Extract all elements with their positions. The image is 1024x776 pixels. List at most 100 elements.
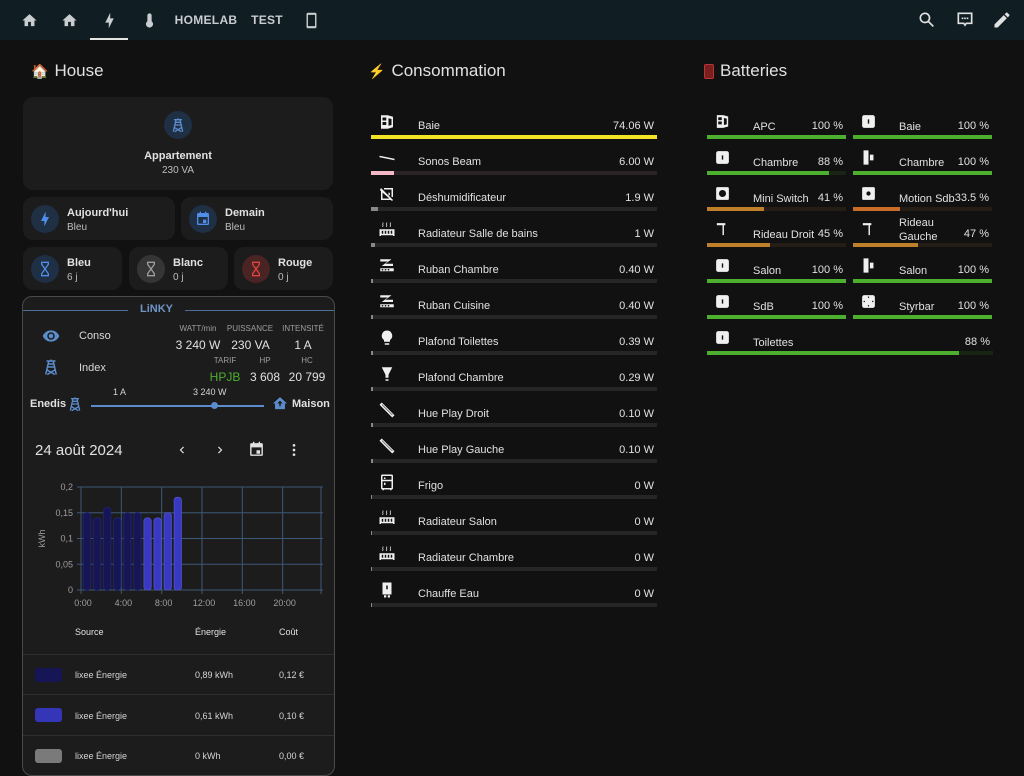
appartement-card[interactable]: Appartement 230 VA [23, 97, 333, 190]
consumption-bar-fill [371, 531, 372, 535]
lightbulb-icon [378, 329, 396, 347]
server-icon [378, 113, 396, 131]
consumption-bar-track [371, 423, 657, 427]
tab-test[interactable]: TEST [246, 0, 288, 40]
tile-bleu[interactable]: Bleu 6 j [23, 247, 122, 290]
tile-blanc[interactable]: Blanc 0 j [129, 247, 228, 290]
battery-bar-track [707, 135, 846, 139]
battery-item[interactable]: Salon 100 % [706, 257, 846, 293]
consumption-bar-track [371, 207, 657, 211]
consumption-bar-fill [371, 135, 657, 139]
lightning-emoji-icon: ⚡ [368, 62, 386, 79]
house-emoji-icon: 🏠 [31, 62, 49, 79]
battery-item[interactable]: Rideau Gauche 47 % [852, 217, 992, 257]
battery-item[interactable]: APC 100 % [706, 113, 846, 149]
calendar-icon[interactable] [248, 441, 265, 458]
tile-rouge[interactable]: Rouge 0 j [234, 247, 333, 290]
tile-aujourdhui[interactable]: Aujourd'hui Bleu [23, 197, 175, 240]
consumption-item[interactable]: Sonos Beam 6.00 W [370, 149, 657, 185]
tab-home-2[interactable] [50, 0, 88, 40]
consumption-bar-fill [371, 207, 379, 211]
consumption-item-name: Plafond Toilettes [418, 336, 499, 348]
tab-energy[interactable] [90, 0, 128, 40]
battery-item-value: 100 % [957, 120, 989, 132]
ups-icon [714, 113, 731, 130]
tab-climate[interactable] [130, 0, 168, 40]
battery-item[interactable]: Baie 100 % [852, 113, 992, 149]
chart-bar [133, 512, 142, 591]
edit-button[interactable] [992, 10, 1012, 30]
consumption-item[interactable]: Hue Play Gauche 0.10 W [370, 437, 657, 473]
battery-bar-fill [707, 171, 830, 175]
battery-item-value: 33.5 % [954, 192, 989, 204]
flow-current: 1 A [113, 387, 127, 397]
battery-item[interactable]: Mini Switch 41 % [706, 185, 846, 221]
consumption-item[interactable]: Frigo 0 W [370, 473, 657, 509]
battery-item[interactable]: Styrbar 100 % [852, 293, 992, 329]
battery-item[interactable]: Toilettes 88 % [706, 329, 993, 365]
search-button[interactable] [917, 10, 937, 30]
hourglass-icon [31, 255, 59, 283]
table-header-source: Source [75, 627, 104, 637]
water-heater-icon [378, 581, 396, 599]
consumption-item[interactable]: Plafond Chambre 0.29 W [370, 365, 657, 401]
hourglass-icon [137, 255, 165, 283]
consumption-item[interactable]: Radiateur Salon 0 W [370, 509, 657, 545]
consumption-bar-track [371, 351, 657, 355]
battery-bar-fill [853, 135, 992, 139]
battery-bar-fill [853, 171, 992, 175]
battery-item[interactable]: Chambre 88 % [706, 149, 846, 185]
x-tick-label: 20:00 [273, 598, 296, 608]
consumption-bar-track [371, 459, 657, 463]
consommation-title: ⚡ Consommation [368, 61, 506, 80]
battery-item[interactable]: Rideau Droit 45 % [706, 221, 846, 257]
more-vert-icon[interactable] [286, 442, 302, 458]
flow-line [91, 405, 264, 407]
consumption-item[interactable]: Ruban Chambre 0.40 W [370, 257, 657, 293]
consumption-item[interactable]: Baie 74.06 W [370, 113, 657, 149]
battery-bar-track [853, 315, 992, 319]
consumption-bar-track [371, 495, 657, 499]
battery-item[interactable]: Salon 100 % [852, 257, 992, 293]
consumption-bar-fill [371, 387, 373, 391]
consumption-bar-track [371, 315, 657, 319]
assist-button[interactable] [955, 10, 975, 30]
consumption-item-name: Plafond Chambre [418, 372, 504, 384]
legend-swatch [35, 749, 62, 763]
y-tick-label: 0,2 [60, 482, 73, 492]
transmission-tower-icon [69, 397, 81, 412]
consumption-item-value: 0.39 W [619, 336, 654, 348]
y-tick-label: 0,05 [55, 559, 73, 569]
curtain-icon [714, 221, 731, 238]
consumption-item[interactable]: Hue Play Droit 0.10 W [370, 401, 657, 437]
battery-item[interactable]: SdB 100 % [706, 293, 846, 329]
battery-item-name: Styrbar [899, 301, 935, 313]
consumption-item[interactable]: Radiateur Chambre 0 W [370, 545, 657, 581]
thermometer-icon [145, 12, 153, 28]
sensor-icon [714, 293, 731, 310]
battery-bar-fill [707, 351, 959, 355]
chevron-left-icon[interactable] [175, 443, 189, 457]
battery-bar-fill [707, 207, 764, 211]
consumption-item-value: 0.29 W [619, 372, 654, 384]
consumption-item-name: Ruban Chambre [418, 264, 499, 276]
consumption-bar-track [371, 567, 657, 571]
tab-tablet[interactable] [292, 0, 330, 40]
tile-demain[interactable]: Demain Bleu [181, 197, 333, 240]
battery-item-value: 100 % [811, 300, 843, 312]
consumption-item[interactable]: Plafond Toilettes 0.39 W [370, 329, 657, 365]
x-tick-label: 12:00 [193, 598, 216, 608]
battery-bar-track [707, 279, 846, 283]
x-tick-label: 4:00 [115, 598, 133, 608]
consumption-item[interactable]: Ruban Cuisine 0.40 W [370, 293, 657, 329]
curtain-icon [860, 221, 877, 238]
chevron-right-icon[interactable] [213, 443, 227, 457]
consumption-item[interactable]: Radiateur Salle de bains 1 W [370, 221, 657, 257]
remote-icon [860, 293, 877, 310]
tab-home[interactable] [10, 0, 48, 40]
tab-homelab[interactable]: HOMELAB [172, 0, 240, 40]
consumption-item[interactable]: Chauffe Eau 0 W [370, 581, 657, 617]
consumption-item[interactable]: Déshumidificateur 1.9 W [370, 185, 657, 221]
battery-item[interactable]: Chambre 100 % [852, 149, 992, 185]
consumption-item-name: Chauffe Eau [418, 588, 479, 600]
